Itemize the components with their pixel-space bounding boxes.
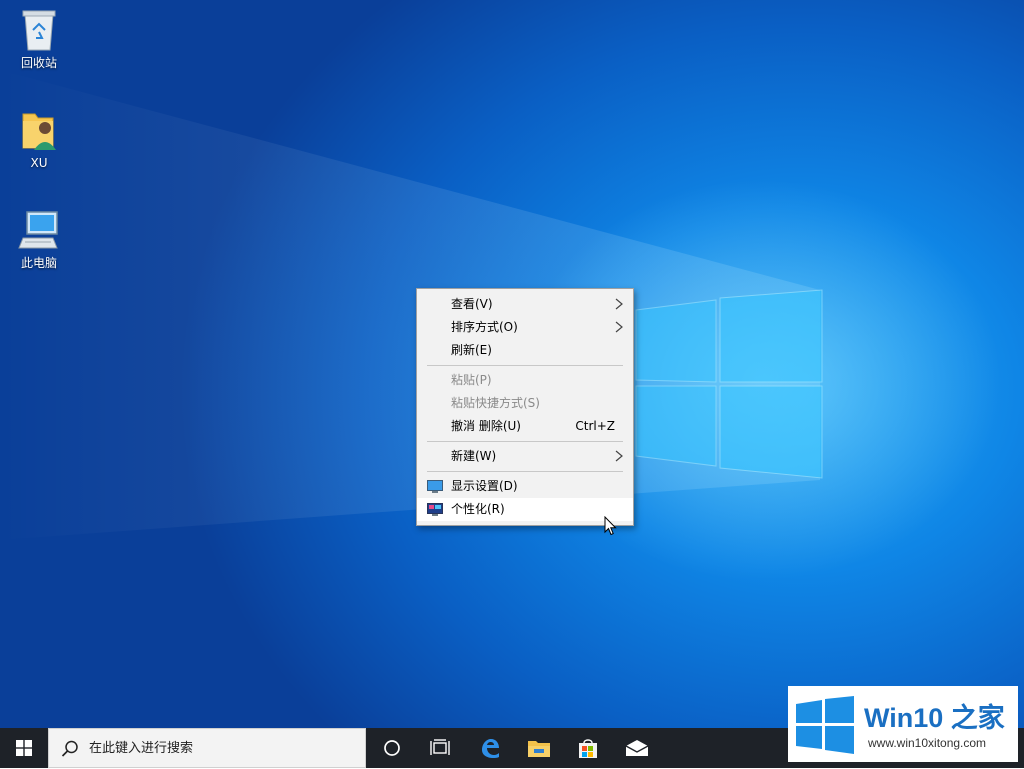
start-button[interactable] (0, 728, 48, 768)
menu-item-shortcut: Ctrl+Z (575, 419, 615, 433)
mail-button[interactable] (613, 728, 661, 768)
chevron-right-icon (615, 321, 623, 333)
file-explorer-button[interactable] (515, 728, 563, 768)
task-view-button[interactable] (416, 728, 464, 768)
menu-item-personalize[interactable]: 个性化(R) (417, 498, 633, 521)
watermark-title: Win10 之家 (864, 703, 1005, 733)
menu-item-label: 显示设置(D) (451, 479, 518, 493)
menu-item-undo-delete[interactable]: 撤消 删除(U) Ctrl+Z (417, 415, 633, 438)
desktop-context-menu: 查看(V) 排序方式(O) 刷新(E) 粘贴(P) 粘贴快捷方式(S) 撤消 删… (416, 288, 634, 526)
personalize-icon (427, 503, 443, 516)
menu-item-view[interactable]: 查看(V) (417, 293, 633, 316)
menu-separator (427, 471, 623, 472)
desktop-icon-this-pc[interactable]: 此电脑 (4, 208, 74, 270)
search-icon (61, 740, 78, 757)
recycle-bin-icon (22, 10, 56, 51)
menu-separator (427, 365, 623, 366)
desktop-icon-label: 回收站 (20, 56, 57, 70)
store-icon (579, 739, 597, 758)
start-icon (16, 740, 32, 756)
menu-item-label: 个性化(R) (451, 502, 505, 516)
menu-item-sort-by[interactable]: 排序方式(O) (417, 316, 633, 339)
menu-item-refresh[interactable]: 刷新(E) (417, 339, 633, 362)
search-placeholder: 在此键入进行搜索 (89, 741, 194, 756)
menu-item-paste[interactable]: 粘贴(P) (417, 369, 633, 392)
desktop-icon-label: 此电脑 (20, 256, 57, 270)
menu-item-label: 撤消 删除(U) (451, 419, 521, 433)
edge-button[interactable] (466, 728, 514, 768)
menu-item-label: 刷新(E) (451, 343, 492, 357)
site-watermark: Win10 之家 www.win10xitong.com (788, 686, 1018, 762)
mouse-cursor-icon (604, 516, 617, 536)
taskbar-search-box[interactable]: 在此键入进行搜索 (48, 728, 366, 768)
this-pc-icon (18, 211, 58, 249)
mail-icon (625, 740, 649, 756)
menu-item-label: 排序方式(O) (451, 320, 518, 334)
menu-item-new[interactable]: 新建(W) (417, 445, 633, 468)
edge-icon (482, 739, 499, 758)
desktop-icon-user-folder[interactable]: XU (4, 108, 74, 170)
desktop-icon-label: XU (30, 156, 48, 170)
menu-item-label: 粘贴(P) (451, 373, 492, 387)
menu-item-paste-shortcut[interactable]: 粘贴快捷方式(S) (417, 392, 633, 415)
user-folder-icon (22, 113, 56, 150)
menu-item-display-settings[interactable]: 显示设置(D) (417, 475, 633, 498)
desktop-icon-recycle-bin[interactable]: 回收站 (4, 8, 74, 70)
display-settings-icon (427, 480, 443, 493)
menu-item-label: 查看(V) (451, 297, 493, 311)
desktop[interactable]: 回收站 XU 此电脑 查看(V) 排序方式(O) 刷新(E) 粘贴(P) 粘贴快… (0, 0, 1024, 728)
chevron-right-icon (615, 298, 623, 310)
cortana-icon (384, 740, 400, 756)
menu-item-label: 新建(W) (451, 449, 497, 463)
store-button[interactable] (564, 728, 612, 768)
windows-logo-icon (796, 696, 854, 754)
task-view-icon (430, 739, 450, 755)
menu-item-label: 粘贴快捷方式(S) (451, 396, 540, 410)
cortana-button[interactable] (368, 728, 416, 768)
watermark-url: www.win10xitong.com (868, 736, 987, 750)
chevron-right-icon (615, 450, 623, 462)
file-explorer-icon (528, 741, 550, 757)
menu-separator (427, 441, 623, 442)
